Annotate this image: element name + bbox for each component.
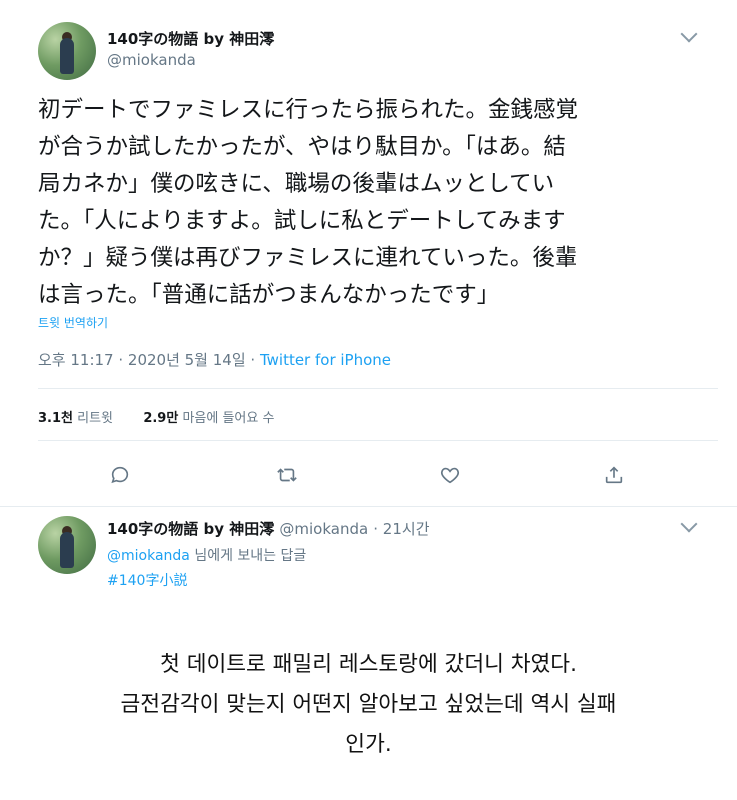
reply-to-suffix: 님에게 보내는 답글 [189, 548, 307, 564]
tweet-timestamp[interactable]: 오후 11:17 · 2020년 5월 14일 · [38, 351, 260, 369]
tweet-text-line: た。「人によりますよ。試しに私とデートしてみます [38, 208, 566, 234]
tweet-source-link[interactable]: Twitter for iPhone [260, 351, 391, 369]
caption: 첫 데이트로 패밀리 레스토랑에 갔더니 차였다. 금전감각이 맞는지 어떤지 … [0, 645, 737, 765]
like-stat[interactable]: 2.9만 마음에 들어요 수 [143, 411, 274, 426]
like-icon[interactable] [437, 462, 463, 488]
reply-to-handle[interactable]: @miokanda [107, 548, 190, 564]
reply-context: @miokanda 님에게 보내는 답글 [107, 545, 306, 565]
divider [38, 388, 718, 389]
translate-tweet-link[interactable]: 트윗 번역하기 [38, 314, 108, 331]
author-avatar[interactable] [38, 22, 96, 80]
chevron-down-icon[interactable] [680, 515, 698, 533]
reply-icon[interactable] [107, 462, 133, 488]
tweet-meta: 오후 11:17 · 2020년 5월 14일 · Twitter for iP… [38, 349, 391, 370]
tweet-text-line: が合うか試したかったが、やはり駄目か。「はあ。結 [38, 134, 566, 160]
reply-author-name[interactable]: 140字の物語 by 神田澪 [107, 520, 274, 538]
like-count: 2.9만 [143, 411, 179, 426]
retweet-stat[interactable]: 3.1천 리트윗 [38, 411, 113, 426]
avatar-figure [60, 532, 74, 568]
tweet-text-line: は言った。「普通に話がつまんなかったです」 [38, 282, 500, 308]
tweet-text-line: 局カネか」僕の呟きに、職場の後輩はムッとしてい [38, 171, 555, 197]
chevron-down-icon[interactable] [680, 25, 698, 43]
reply-author-handle[interactable]: @miokanda [279, 520, 368, 538]
divider [38, 440, 718, 441]
retweet-count: 3.1천 [38, 411, 73, 426]
caption-line: 첫 데이트로 패밀리 레스토랑에 갔더니 차였다. [160, 652, 577, 677]
reply-time[interactable]: · 21시간 [373, 520, 429, 538]
tweet-text: 初デートでファミレスに行ったら振られた。金銭感覚 が合うか試したかったが、やはり… [38, 92, 718, 314]
tweet-text-line: か？」疑う僕は再びファミレスに連れていった。後輩 [38, 245, 578, 271]
retweet-label: 리트윗 [77, 411, 114, 426]
retweet-icon[interactable] [274, 462, 300, 488]
share-icon[interactable] [601, 462, 627, 488]
like-label: 마음에 들어요 수 [182, 411, 275, 426]
divider [0, 506, 737, 507]
tweet-stats: 3.1천 리트윗 2.9만 마음에 들어요 수 [38, 407, 274, 426]
author-name[interactable]: 140字の物語 by 神田澪 [107, 28, 274, 49]
avatar-figure [60, 38, 74, 74]
reply-author-avatar[interactable] [38, 516, 96, 574]
reply-header: 140字の物語 by 神田澪 @miokanda · 21시간 [107, 518, 430, 539]
hashtag-link[interactable]: #140字小説 [107, 570, 187, 590]
caption-line: 금전감각이 맞는지 어떤지 알아보고 싶었는데 역시 실패 [120, 692, 617, 717]
caption-line: 인가. [345, 732, 392, 757]
tweet-text-line: 初デートでファミレスに行ったら振られた。金銭感覚 [38, 97, 579, 123]
author-handle[interactable]: @miokanda [107, 51, 196, 69]
